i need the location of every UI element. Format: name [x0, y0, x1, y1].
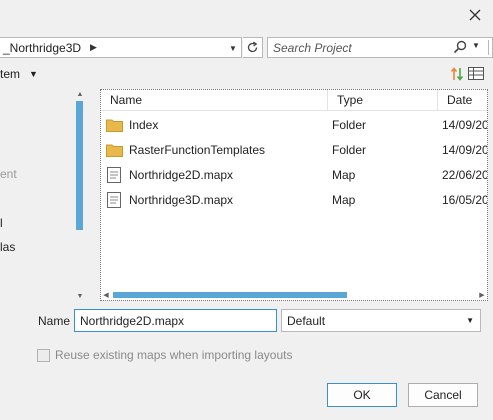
nav-item[interactable]: las	[0, 240, 15, 254]
refresh-button[interactable]	[243, 37, 263, 58]
ok-button[interactable]: OK	[327, 383, 397, 407]
refresh-icon	[247, 41, 258, 53]
scrollbar-thumb[interactable]	[76, 101, 83, 230]
reuse-maps-label: Reuse existing maps when importing layou…	[55, 348, 293, 362]
reuse-maps-checkbox[interactable]	[37, 348, 50, 362]
chevron-down-icon[interactable]: ▼	[227, 41, 239, 55]
folder-icon	[106, 138, 123, 162]
view-options-icon[interactable]	[468, 67, 484, 83]
file-date: 16/05/20	[442, 193, 488, 207]
list-item[interactable]: Northridge2D.mapx Map 22/06/20	[101, 163, 488, 187]
search-box[interactable]: ▼	[267, 37, 493, 58]
breadcrumb-segment[interactable]: _Northridge3D	[0, 41, 81, 55]
chevron-down-icon[interactable]: ▼	[466, 316, 474, 325]
scroll-right-icon[interactable]: ▶	[477, 290, 487, 300]
nav-vertical-scrollbar[interactable]: ▲ ▼	[74, 89, 86, 301]
scroll-left-icon[interactable]: ◀	[101, 290, 111, 300]
file-date: 22/06/20	[442, 168, 488, 182]
list-item[interactable]: RasterFunctionTemplates Folder 14/09/20	[101, 138, 488, 162]
new-item-label: tem	[0, 67, 21, 81]
search-input[interactable]	[268, 38, 448, 57]
scroll-up-icon[interactable]: ▲	[74, 89, 86, 99]
new-item-menu[interactable]: tem ▼	[0, 66, 38, 82]
map-file-icon	[107, 188, 122, 212]
file-name: Index	[129, 118, 159, 132]
name-label: Name	[38, 314, 71, 328]
file-list[interactable]: Name Type Date Index Folder 14/09/20 Ras…	[100, 89, 488, 301]
file-date: 14/09/20	[442, 143, 488, 157]
file-name: Northridge2D.mapx	[129, 168, 234, 182]
nav-item[interactable]: ent	[0, 167, 17, 181]
column-header-name[interactable]: Name	[101, 90, 328, 111]
divider	[488, 40, 489, 55]
scroll-down-icon[interactable]: ▼	[74, 291, 86, 301]
list-item[interactable]: Index Folder 14/09/20	[101, 113, 488, 137]
sort-icon[interactable]	[450, 66, 464, 85]
file-type: Folder	[332, 118, 367, 132]
path-bar[interactable]: _Northridge3D ▶ ▼	[0, 37, 242, 58]
file-type: Map	[332, 168, 356, 182]
name-field[interactable]: Northridge2D.mapx	[74, 309, 277, 332]
file-type-filter-select[interactable]: Default ▼	[281, 309, 481, 332]
close-icon	[469, 9, 481, 21]
filter-value: Default	[287, 313, 326, 328]
chevron-right-icon[interactable]: ▶	[90, 42, 97, 53]
close-button[interactable]	[460, 2, 490, 28]
file-name: RasterFunctionTemplates	[129, 143, 266, 157]
column-header-date[interactable]: Date	[438, 90, 487, 111]
column-header-type[interactable]: Type	[328, 90, 438, 111]
folder-icon	[106, 113, 123, 137]
list-item[interactable]: Northridge3D.mapx Map 16/05/20	[101, 188, 488, 212]
file-type: Map	[332, 193, 356, 207]
reuse-maps-option: Reuse existing maps when importing layou…	[37, 348, 292, 362]
nav-item[interactable]: l	[0, 216, 3, 230]
map-file-icon	[107, 163, 122, 187]
cancel-button[interactable]: Cancel	[408, 383, 478, 407]
scrollbar-thumb[interactable]	[113, 292, 347, 298]
file-date: 14/09/20	[442, 118, 488, 132]
search-icon[interactable]	[453, 40, 467, 57]
file-list-horizontal-scrollbar[interactable]: ◀ ▶	[101, 290, 487, 300]
file-name: Northridge3D.mapx	[129, 193, 234, 207]
caret-down-icon: ▼	[29, 69, 38, 79]
search-options-dropdown-icon[interactable]: ▼	[472, 41, 480, 50]
file-type: Folder	[332, 143, 367, 157]
